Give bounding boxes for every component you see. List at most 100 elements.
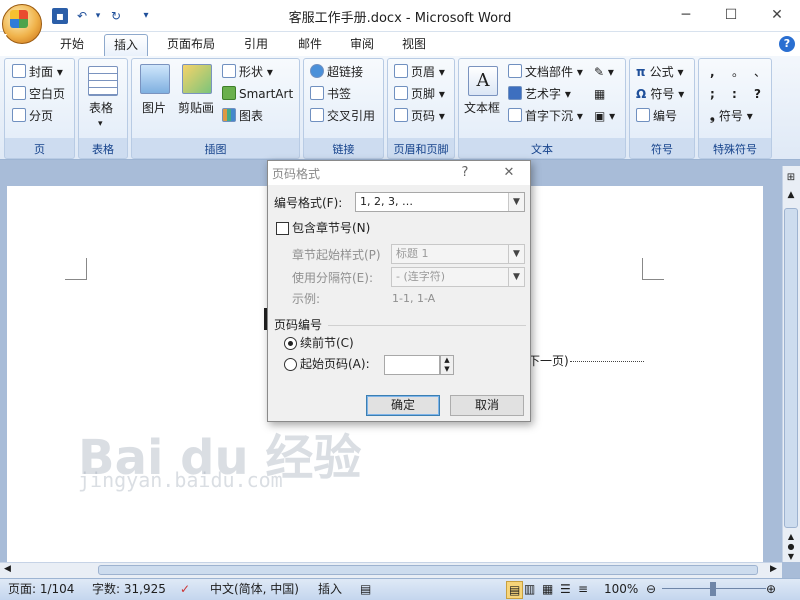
- table-icon[interactable]: [88, 66, 118, 96]
- clipart-button[interactable]: 剪贴画: [178, 98, 214, 118]
- special-char-enum-comma[interactable]: 、: [754, 62, 766, 82]
- dialog-help-icon[interactable]: ?: [456, 164, 474, 182]
- chart-button[interactable]: 图表: [222, 106, 263, 126]
- next-page-icon[interactable]: ▼: [784, 552, 798, 562]
- page-number-button[interactable]: 页码 ▾: [394, 106, 445, 126]
- tab-view[interactable]: 视图: [392, 34, 436, 56]
- help-icon[interactable]: ?: [779, 36, 795, 52]
- cross-reference-button[interactable]: 交叉引用: [310, 106, 375, 126]
- proofing-icon[interactable]: ✓: [180, 581, 190, 597]
- tab-mailings[interactable]: 邮件: [288, 34, 332, 56]
- zoom-slider-thumb[interactable]: [710, 582, 716, 596]
- start-at-radio[interactable]: [284, 358, 297, 371]
- special-char-period[interactable]: 。: [732, 62, 744, 82]
- quick-parts-button[interactable]: 文档部件 ▾: [508, 62, 583, 82]
- textbox-icon[interactable]: A: [468, 66, 498, 96]
- zoom-out-icon[interactable]: ⊖: [646, 581, 656, 597]
- number-format-select[interactable]: 1, 2, 3, … ▼: [355, 192, 525, 212]
- undo-icon[interactable]: ↶: [74, 8, 90, 24]
- group-label-special-symbols: 特殊符号: [713, 143, 757, 156]
- tab-home[interactable]: 开始: [50, 34, 94, 56]
- page-numbering-heading: 页码编号: [274, 318, 323, 332]
- scroll-up-icon[interactable]: ▲: [784, 190, 798, 204]
- shapes-button[interactable]: 形状 ▾: [222, 62, 273, 82]
- equation-button[interactable]: π 公式 ▾: [636, 62, 684, 82]
- symbol-button[interactable]: Ω 符号 ▾: [636, 84, 684, 104]
- prev-page-icon[interactable]: ▲: [784, 532, 798, 542]
- status-language[interactable]: 中文(简体, 中国): [210, 581, 299, 597]
- ok-button[interactable]: 确定: [366, 395, 440, 416]
- tab-insert[interactable]: 插入: [104, 34, 148, 56]
- status-word-count[interactable]: 字数: 31,925: [92, 581, 166, 597]
- textbox-button[interactable]: 文本框: [464, 98, 500, 118]
- bookmark-button[interactable]: 书签: [310, 84, 351, 104]
- start-at-spinner[interactable]: ▲ ▼: [440, 355, 454, 375]
- minimize-icon[interactable]: ─: [675, 6, 697, 24]
- customize-qat-icon[interactable]: ▾: [138, 8, 154, 24]
- status-page[interactable]: 页面: 1/104: [8, 581, 74, 597]
- tab-references[interactable]: 引用: [234, 34, 278, 56]
- scroll-left-icon[interactable]: ◀: [4, 564, 11, 574]
- web-layout-icon[interactable]: ▦: [542, 581, 553, 597]
- document-text: 下一页): [528, 354, 569, 368]
- table-dropdown-icon[interactable]: ▾: [98, 114, 103, 134]
- scroll-right-icon[interactable]: ▶: [770, 564, 777, 574]
- page-break-button[interactable]: 分页: [12, 106, 53, 126]
- vertical-scroll-thumb[interactable]: [784, 208, 798, 528]
- start-at-label[interactable]: 起始页码(A):: [300, 356, 370, 372]
- outline-view-icon[interactable]: ☰: [560, 581, 571, 597]
- zoom-in-icon[interactable]: ⊕: [766, 581, 776, 597]
- dialog-close-icon[interactable]: ✕: [500, 164, 518, 182]
- wordart-button[interactable]: 艺术字 ▾: [508, 84, 571, 104]
- special-char-question[interactable]: ?: [754, 84, 761, 104]
- status-insert-mode[interactable]: 插入: [318, 581, 342, 597]
- special-symbol-button[interactable]: ❟ 符号 ▾: [710, 106, 753, 126]
- full-screen-reading-icon[interactable]: ▥: [524, 581, 535, 597]
- special-char-semicolon[interactable]: ;: [710, 84, 715, 104]
- tab-page-layout[interactable]: 页面布局: [158, 34, 224, 56]
- blank-page-button[interactable]: 空白页: [12, 84, 65, 104]
- macro-record-icon[interactable]: ▤: [360, 581, 371, 597]
- include-chapter-label[interactable]: 包含章节号(N): [292, 220, 370, 236]
- clipart-icon[interactable]: [182, 64, 212, 94]
- start-at-input[interactable]: [384, 355, 440, 375]
- print-layout-icon[interactable]: ▤: [506, 581, 524, 599]
- special-char-comma[interactable]: ,: [710, 62, 715, 82]
- browse-object-icon[interactable]: ●: [784, 542, 798, 552]
- separator-label: 使用分隔符(E):: [292, 271, 373, 285]
- section-divider: [328, 325, 526, 326]
- header-button[interactable]: 页眉 ▾: [394, 62, 445, 82]
- cancel-button[interactable]: 取消: [450, 395, 524, 416]
- special-char-colon[interactable]: :: [732, 84, 737, 104]
- picture-button[interactable]: 图片: [142, 98, 166, 118]
- save-icon[interactable]: ▪: [52, 8, 68, 24]
- redo-icon[interactable]: ↻: [108, 8, 124, 24]
- chapter-style-label: 章节起始样式(P): [292, 248, 381, 262]
- horizontal-scroll-thumb[interactable]: [98, 565, 758, 575]
- footer-button[interactable]: 页脚 ▾: [394, 84, 445, 104]
- numbering-button[interactable]: 编号: [636, 106, 677, 126]
- date-time-icon[interactable]: ▦: [594, 84, 605, 104]
- section-break-line: [570, 361, 644, 362]
- shapes-icon: [222, 64, 236, 78]
- picture-icon[interactable]: [140, 64, 170, 94]
- include-chapter-checkbox[interactable]: [276, 222, 289, 235]
- zoom-level[interactable]: 100%: [604, 581, 638, 597]
- chapter-style-select[interactable]: 标题 1 ▼: [391, 244, 525, 264]
- ruler-toggle-icon[interactable]: ⊞: [785, 172, 797, 184]
- drop-cap-button[interactable]: 首字下沉 ▾: [508, 106, 583, 126]
- draft-view-icon[interactable]: ≡: [578, 581, 588, 597]
- smartart-button[interactable]: SmartArt: [222, 84, 293, 104]
- signature-line-icon[interactable]: ✎ ▾: [594, 62, 614, 82]
- close-icon[interactable]: ✕: [766, 6, 788, 24]
- tab-review[interactable]: 审阅: [340, 34, 384, 56]
- wordart-icon: [508, 86, 522, 100]
- continue-previous-radio[interactable]: [284, 337, 297, 350]
- cover-page-button[interactable]: 封面 ▾: [12, 62, 63, 82]
- hyperlink-button[interactable]: 超链接: [310, 62, 363, 82]
- continue-previous-label[interactable]: 续前节(C): [300, 335, 354, 351]
- maximize-icon[interactable]: ☐: [720, 6, 742, 24]
- undo-dropdown-icon[interactable]: ▾: [90, 8, 106, 24]
- separator-select[interactable]: - (连字符) ▼: [391, 267, 525, 287]
- object-icon[interactable]: ▣ ▾: [594, 106, 615, 126]
